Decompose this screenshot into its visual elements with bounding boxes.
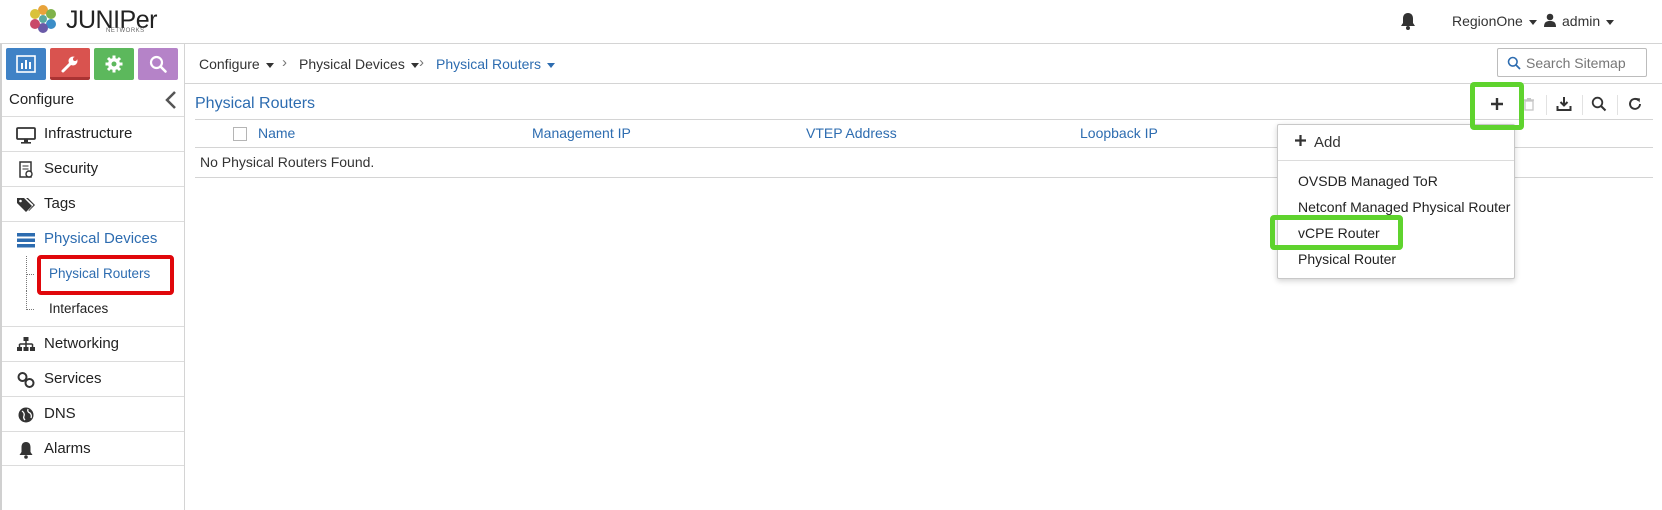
bell-icon (19, 442, 33, 459)
column-header-vtep-address[interactable]: VTEP Address (806, 125, 897, 141)
menu-item-ovsdb-managed-tor[interactable]: OVSDB Managed ToR (1298, 173, 1438, 189)
chevron-down-icon (410, 62, 419, 68)
wrench-icon (61, 56, 78, 73)
sidebar-item-networking[interactable]: Networking (2, 326, 184, 361)
juniper-flower-icon (30, 5, 56, 33)
page-title: Physical Routers (195, 95, 316, 112)
breadcrumb-configure[interactable]: Configure (199, 56, 274, 72)
sidebar-item-label: Physical Devices (44, 230, 158, 247)
breadcrumb-label: Physical Routers (436, 56, 542, 72)
server-rack-icon (17, 233, 35, 248)
toolbar-divider (1546, 95, 1547, 115)
plus-icon (1295, 135, 1306, 146)
user-icon (1544, 13, 1556, 27)
breadcrumb: Configure › Physical Devices › Physical … (185, 44, 1662, 84)
search-icon (1507, 56, 1521, 70)
column-header-loopback-ip[interactable]: Loopback IP (1080, 125, 1158, 141)
chevron-down-icon (1528, 19, 1537, 25)
monitor-icon (16, 127, 36, 144)
select-all-checkbox[interactable] (233, 127, 247, 141)
search-icon (149, 55, 167, 73)
chevron-right-icon: › (282, 54, 287, 71)
tree-connector (26, 309, 34, 310)
user-menu[interactable]: admin (1544, 13, 1615, 29)
user-name: admin (1562, 13, 1601, 29)
top-header: JUNIPer NETWORKS RegionOne admin (0, 0, 1662, 44)
toolbar-divider (1582, 95, 1583, 115)
sidebar-item-label: Services (44, 370, 102, 387)
chevron-down-icon (547, 62, 556, 68)
sidebar-item-tags[interactable]: Tags (2, 186, 184, 221)
security-doc-icon (19, 161, 33, 178)
export-button[interactable] (1549, 92, 1579, 116)
configure-mode-button[interactable] (50, 48, 90, 80)
settings-mode-button[interactable] (94, 48, 134, 80)
refresh-icon (1629, 97, 1641, 110)
tree-connector (26, 291, 34, 310)
sitemap-search[interactable] (1497, 48, 1647, 77)
divider (1278, 160, 1514, 161)
refresh-button[interactable] (1620, 92, 1650, 116)
sidebar-item-alarms[interactable]: Alarms (2, 431, 184, 466)
sidebar-item-services[interactable]: Services (2, 361, 184, 396)
sidebar-item-physical-devices[interactable]: Physical Devices (2, 221, 184, 256)
highlight-box-physical-routers (37, 255, 174, 295)
sidebar-subitem-label: Interfaces (49, 301, 109, 316)
sidebar-item-label: Infrastructure (44, 125, 133, 142)
network-tree-icon (17, 337, 35, 351)
link-icon (17, 372, 35, 388)
empty-table-message: No Physical Routers Found. (200, 154, 375, 170)
breadcrumb-label: Configure (199, 56, 260, 72)
highlight-box-vcpe-router (1270, 215, 1403, 250)
search-icon (1591, 96, 1607, 112)
monitor-mode-button[interactable] (6, 48, 46, 80)
menu-item-physical-router[interactable]: Physical Router (1298, 251, 1396, 267)
divider (195, 119, 1653, 120)
sidebar-item-security[interactable]: Security (2, 151, 184, 186)
add-dropdown-menu: Add OVSDB Managed ToR Netconf Managed Ph… (1277, 124, 1515, 279)
sidebar-item-label: Alarms (44, 440, 91, 457)
region-label: RegionOne (1452, 13, 1523, 29)
sidebar-title: Configure (9, 91, 75, 108)
highlight-box-add-button (1470, 82, 1524, 130)
column-header-management-ip[interactable]: Management IP (532, 125, 631, 141)
logo-subtitle: NETWORKS (106, 28, 145, 34)
sidebar-item-label: DNS (44, 405, 76, 422)
sidebar-item-label: Networking (44, 335, 120, 352)
breadcrumb-label: Physical Devices (299, 56, 405, 72)
column-header-name[interactable]: Name (258, 125, 295, 141)
sidebar-subitem-interfaces[interactable]: Interfaces (2, 291, 184, 326)
search-table-button[interactable] (1584, 92, 1614, 116)
toolbar-divider (1617, 95, 1618, 115)
globe-icon (18, 407, 34, 423)
sidebar-item-dns[interactable]: DNS (2, 396, 184, 431)
bar-chart-icon (16, 55, 36, 73)
tags-icon (17, 198, 35, 212)
breadcrumb-physical-devices[interactable]: Physical Devices (299, 56, 419, 72)
download-icon (1556, 97, 1572, 111)
sidebar-item-infrastructure[interactable]: Infrastructure (2, 116, 184, 151)
gear-icon (105, 55, 123, 73)
chevron-down-icon (265, 62, 274, 68)
region-selector[interactable]: RegionOne (1452, 13, 1537, 29)
dropdown-add-label: Add (1314, 134, 1341, 151)
tree-connector (26, 274, 34, 275)
chevron-down-icon (1606, 19, 1615, 25)
notification-bell-icon[interactable] (1398, 11, 1418, 31)
sidebar-item-label: Security (44, 160, 99, 177)
search-input[interactable] (1526, 52, 1644, 73)
breadcrumb-physical-routers[interactable]: Physical Routers (436, 56, 556, 72)
collapse-sidebar-icon[interactable] (165, 91, 177, 109)
query-mode-button[interactable] (138, 48, 178, 80)
chevron-right-icon: › (419, 54, 424, 71)
sidebar-item-label: Tags (44, 195, 76, 212)
menu-item-netconf-managed-physical-router[interactable]: Netconf Managed Physical Router (1298, 199, 1510, 215)
juniper-logo[interactable]: JUNIPer NETWORKS (26, 2, 157, 38)
